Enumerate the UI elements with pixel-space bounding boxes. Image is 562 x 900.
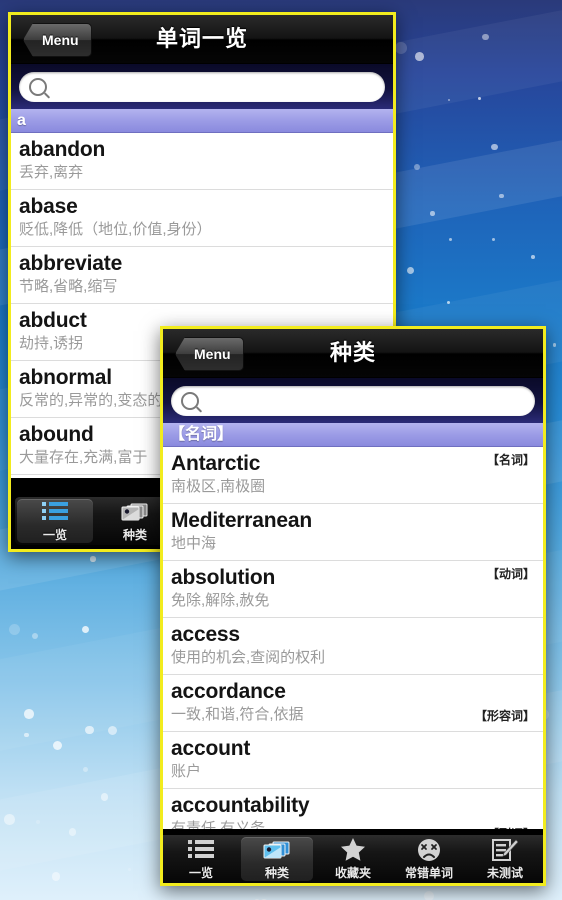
list-icon — [188, 838, 214, 862]
front-search-box[interactable] — [171, 385, 535, 416]
part-of-speech-badge: 【形容词】 — [474, 709, 535, 723]
word-term: Mediterranean — [171, 509, 312, 532]
word-meaning: 地中海 — [171, 535, 217, 552]
word-term: Antarctic — [171, 452, 261, 475]
word-term: abbreviate — [19, 252, 123, 275]
front-tab-bar[interactable]: 一览 种类 收藏夹 常错单词 未测试 — [163, 834, 543, 883]
tab-未测试[interactable]: 未测试 — [469, 837, 541, 881]
window-category-list[interactable]: Menu 种类 【名词】 Antarctic 南极区,南极圈 【名词】 Mediter… — [160, 326, 546, 886]
search-icon — [181, 391, 199, 410]
cards-icon — [263, 838, 291, 862]
word-meaning: 贬低,降低（地位,价值,身份） — [19, 221, 212, 238]
word-meaning: 节略,省略,缩写 — [19, 278, 118, 295]
cards-icon — [121, 500, 149, 524]
front-page-title: 种类 — [329, 340, 376, 365]
back-page-title: 单词一览 — [155, 26, 248, 51]
tab-收藏夹[interactable]: 收藏夹 — [317, 837, 389, 881]
front-search-bar — [163, 378, 543, 423]
word-term: absolution — [171, 566, 276, 589]
front-search-input[interactable] — [207, 391, 525, 410]
tab-一览[interactable]: 一览 — [165, 837, 237, 881]
part-of-speech-badge: 【动词】 — [486, 567, 535, 581]
word-row[interactable]: abase 贬低,降低（地位,价值,身份） — [11, 190, 393, 247]
tab-label: 常错单词 — [404, 865, 453, 880]
tab-label: 种类 — [264, 865, 289, 880]
tab-label: 收藏夹 — [334, 865, 371, 880]
search-icon — [29, 77, 47, 96]
word-meaning: 使用的机会,查阅的权利 — [171, 649, 326, 666]
word-term: accordance — [171, 680, 286, 703]
word-meaning: 免除,解除,赦免 — [171, 592, 270, 609]
word-row[interactable]: access 使用的机会,查阅的权利 — [163, 618, 543, 675]
word-meaning: 丢弃,离弃 — [19, 164, 84, 181]
sad-face-icon — [417, 838, 441, 862]
tab-label: 一览 — [188, 865, 213, 880]
tab-label: 一览 — [42, 527, 67, 542]
word-row[interactable]: accordance 一致,和谐,符合,依据 【形容词】 — [163, 675, 543, 732]
word-term: access — [171, 623, 240, 646]
star-icon — [341, 838, 365, 862]
back-search-input[interactable] — [55, 77, 375, 96]
word-term: accountability — [171, 794, 310, 817]
back-section-header: a — [11, 109, 393, 133]
word-term: account — [171, 737, 251, 760]
front-navbar: Menu 种类 — [163, 329, 543, 378]
back-tab-bar[interactable]: 一览 种类 — [15, 496, 175, 545]
word-row[interactable]: account 账户 — [163, 732, 543, 789]
word-row[interactable]: abandon 丢弃,离弃 — [11, 133, 393, 190]
word-row[interactable]: Antarctic 南极区,南极圈 【名词】 — [163, 447, 543, 504]
back-search-bar — [11, 64, 393, 109]
list-icon — [42, 500, 68, 524]
part-of-speech-badge: 【副词】 — [487, 825, 535, 829]
tab-label: 种类 — [122, 527, 147, 542]
front-word-list[interactable]: Antarctic 南极区,南极圈 【名词】 Mediterranean 地中海 abso… — [163, 447, 543, 829]
tab-种类[interactable]: 种类 — [241, 837, 313, 881]
tab-一览[interactable]: 一览 — [17, 499, 93, 543]
tab-常错单词[interactable]: 常错单词 — [393, 837, 465, 881]
word-term: abase — [19, 195, 78, 218]
word-row[interactable]: abbreviate 节略,省略,缩写 — [11, 247, 393, 304]
word-meaning: 南极区,南极圈 — [171, 478, 266, 495]
word-meaning: 账户 — [171, 763, 202, 780]
word-meaning: 有责任,有义务 — [171, 820, 266, 829]
tab-label: 未测试 — [486, 865, 523, 880]
back-search-box[interactable] — [19, 71, 385, 102]
word-row[interactable]: absolution 免除,解除,赦免 【动词】 — [163, 561, 543, 618]
word-row[interactable]: accountability 有责任,有义务【副词】 — [163, 789, 543, 829]
word-term: abandon — [19, 138, 106, 161]
part-of-speech-badge: 【名词】 — [486, 453, 535, 467]
front-section-header: 【名词】 — [163, 423, 543, 447]
test-icon — [492, 838, 518, 862]
word-row[interactable]: Mediterranean 地中海 — [163, 504, 543, 561]
back-navbar: Menu 单词一览 — [11, 15, 393, 64]
